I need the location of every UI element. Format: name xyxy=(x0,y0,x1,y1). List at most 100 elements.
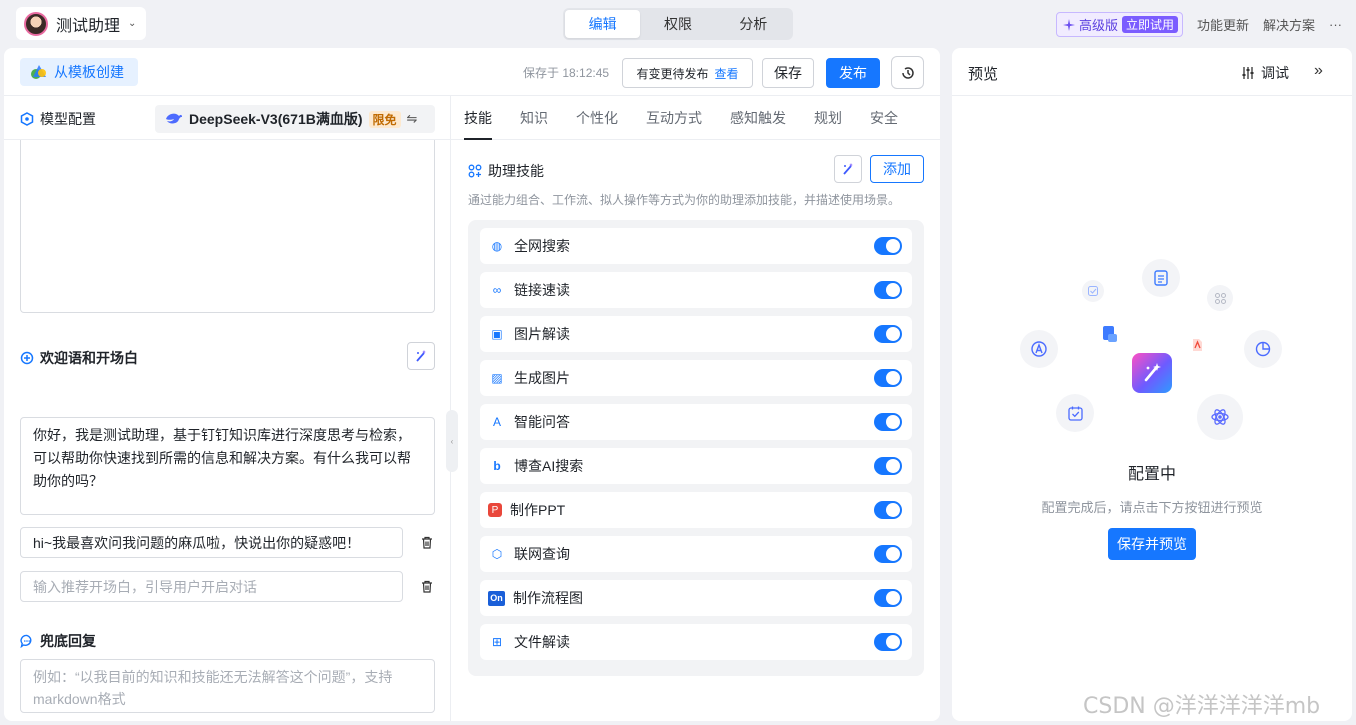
config-right-column: 技能 知识 个性化 互动方式 感知触发 规划 安全 助理技能 添加 通过能力组合… xyxy=(451,96,940,721)
model-name: DeepSeek-V3(671B满血版) xyxy=(189,111,363,127)
pro-try-button[interactable]: 立即试用 xyxy=(1121,16,1178,33)
history-button[interactable] xyxy=(891,56,924,89)
ai-generate-welcome-button[interactable] xyxy=(407,342,435,370)
chevron-down-icon: ⌄ xyxy=(128,18,137,29)
preview-hint: 配置完成后，请点击下方按钮进行预览 xyxy=(1041,500,1263,515)
opener-placeholder-input[interactable]: 输入推荐开场白，引导用户开启对话 xyxy=(20,571,403,602)
welcome-title: 欢迎语和开场白 xyxy=(20,348,138,368)
magic-wand-icon xyxy=(416,350,426,362)
apps-icon xyxy=(1207,285,1233,311)
skill-label: 链接速读 xyxy=(514,282,570,298)
assistant-name: 测试助理 xyxy=(56,17,121,35)
image-icon: ▨ xyxy=(491,371,503,385)
save-and-preview-button[interactable]: 保存并预览 xyxy=(1108,528,1196,560)
skill-item: ⊞ 文件解读 xyxy=(480,624,912,660)
model-config-title: 模型配置 xyxy=(20,109,96,129)
collapse-panel-icon[interactable]: » xyxy=(1314,62,1323,80)
ai-generate-skills-button[interactable] xyxy=(834,155,862,183)
tab-planning[interactable]: 规划 xyxy=(814,96,842,140)
tab-knowledge[interactable]: 知识 xyxy=(520,96,548,140)
preview-header: 预览 调试 » xyxy=(952,48,1352,96)
ppt-icon: P xyxy=(488,503,502,517)
preview-status: 配置中 xyxy=(1127,466,1176,483)
history-icon xyxy=(901,66,914,79)
skill-label: 文件解读 xyxy=(514,634,570,650)
add-skill-button[interactable]: 添加 xyxy=(870,155,924,183)
preview-panel: 预览 调试 » 配置中 配置完成后，请点击下方按钮进行预览 保存并预览 xyxy=(952,48,1352,721)
skill-label: 制作流程图 xyxy=(513,590,583,606)
skill-label: 制作PPT xyxy=(510,502,566,518)
skill-toggle[interactable] xyxy=(874,545,902,563)
assistant-logo-icon xyxy=(1132,353,1172,393)
model-selector[interactable]: DeepSeek-V3(671B满血版) 限免 ⇋ xyxy=(155,105,435,133)
assistant-switcher[interactable]: 测试助理 ⌄ xyxy=(16,7,146,40)
pro-badge[interactable]: 高级版 立即试用 xyxy=(1055,12,1183,37)
skill-toggle[interactable] xyxy=(874,457,902,475)
trash-icon[interactable] xyxy=(418,533,436,551)
solutions-link[interactable]: 解决方案 xyxy=(1263,15,1315,34)
skills-description: 通过能力组合、工作流、拟人操作等方式为你的助理添加技能，并描述使用场景。 xyxy=(468,193,901,207)
a-logo-icon xyxy=(1020,330,1058,368)
opener-input[interactable]: hi~我最喜欢问我问题的麻瓜啦，快说出你的疑惑吧！ xyxy=(20,527,403,558)
feature-updates-link[interactable]: 功能更新 xyxy=(1197,15,1249,34)
plus-circle-icon xyxy=(20,351,34,365)
tab-personalization[interactable]: 个性化 xyxy=(576,96,618,140)
create-from-template-button[interactable]: 从模板创建 xyxy=(20,58,138,86)
skill-item: P 制作PPT xyxy=(480,492,912,528)
pro-label: 高级版 xyxy=(1078,18,1118,33)
sliders-icon xyxy=(1242,67,1254,79)
preview-title: 预览 xyxy=(968,66,999,83)
atom-icon xyxy=(1197,394,1243,440)
image-scan-icon: ▣ xyxy=(491,327,503,341)
pending-publish-text: 有变更待发布 xyxy=(636,66,709,81)
template-icon xyxy=(31,65,46,79)
skills-label: 助理技能 xyxy=(488,163,544,179)
tab-permissions[interactable]: 权限 xyxy=(640,10,715,38)
skill-toggle[interactable] xyxy=(874,369,902,387)
skill-toggle[interactable] xyxy=(874,237,902,255)
skill-toggle[interactable] xyxy=(874,633,902,651)
view-changes-link[interactable]: 查看 xyxy=(715,65,739,82)
pdf-icon xyxy=(1187,335,1207,355)
trash-icon[interactable] xyxy=(418,577,436,595)
save-button[interactable]: 保存 xyxy=(762,58,814,88)
welcome-section-header: 欢迎语和开场白 xyxy=(20,340,435,370)
welcome-message-field[interactable]: 你好，我是测试助理，基于钉钉知识库进行深度思考与检索，可以帮助你快速找到所需的信… xyxy=(20,417,435,515)
tab-triggers[interactable]: 感知触发 xyxy=(730,96,786,140)
model-config-label: 模型配置 xyxy=(40,111,96,127)
create-from-template-label: 从模板创建 xyxy=(54,64,124,80)
config-tabs: 技能 知识 个性化 互动方式 感知触发 规划 安全 xyxy=(451,96,940,140)
welcome-label: 欢迎语和开场白 xyxy=(40,350,138,366)
tab-security[interactable]: 安全 xyxy=(870,96,898,140)
tab-edit[interactable]: 编辑 xyxy=(565,10,641,38)
skill-toggle[interactable] xyxy=(874,325,902,343)
skill-toggle[interactable] xyxy=(874,589,902,607)
globe-icon: ◍ xyxy=(491,239,503,253)
hexagon-icon xyxy=(20,112,34,126)
deepseek-icon xyxy=(166,113,182,124)
watermark: CSDN @洋洋洋洋洋mb xyxy=(1083,694,1321,719)
tab-interaction[interactable]: 互动方式 xyxy=(646,96,702,140)
tab-skills[interactable]: 技能 xyxy=(464,96,492,140)
skill-label: 全网搜索 xyxy=(514,238,570,254)
skill-toggle[interactable] xyxy=(874,413,902,431)
editor-panel: 从模板创建 保存于 18:12:45 有变更待发布 查看 保存 发布 模型配置 … xyxy=(4,48,940,721)
persona-prompt-field[interactable] xyxy=(20,140,435,313)
skill-item: A 智能问答 xyxy=(480,404,912,440)
more-icon[interactable]: ··· xyxy=(1329,17,1342,32)
skill-label: 联网查询 xyxy=(514,546,570,562)
bocha-icon: b xyxy=(493,459,501,473)
skill-item: ⬡ 联网查询 xyxy=(480,536,912,572)
tab-analytics[interactable]: 分析 xyxy=(716,10,791,38)
magic-wand-icon xyxy=(843,163,853,175)
model-config-row: 模型配置 DeepSeek-V3(671B满血版) 限免 ⇋ xyxy=(4,96,450,140)
link-icon: ∞ xyxy=(492,283,502,297)
publish-button[interactable]: 发布 xyxy=(826,58,880,88)
debug-button[interactable]: 调试 xyxy=(1241,63,1289,83)
skill-item: b 博查AI搜索 xyxy=(480,448,912,484)
flowchart-icon: On xyxy=(488,590,505,606)
skill-toggle[interactable] xyxy=(874,501,902,519)
skill-toggle[interactable] xyxy=(874,281,902,299)
fallback-reply-field[interactable]: 例如：“以我目前的知识和技能还无法解答这个问题”，支持markdown格式 xyxy=(20,659,435,713)
skill-item: ∞ 链接速读 xyxy=(480,272,912,308)
